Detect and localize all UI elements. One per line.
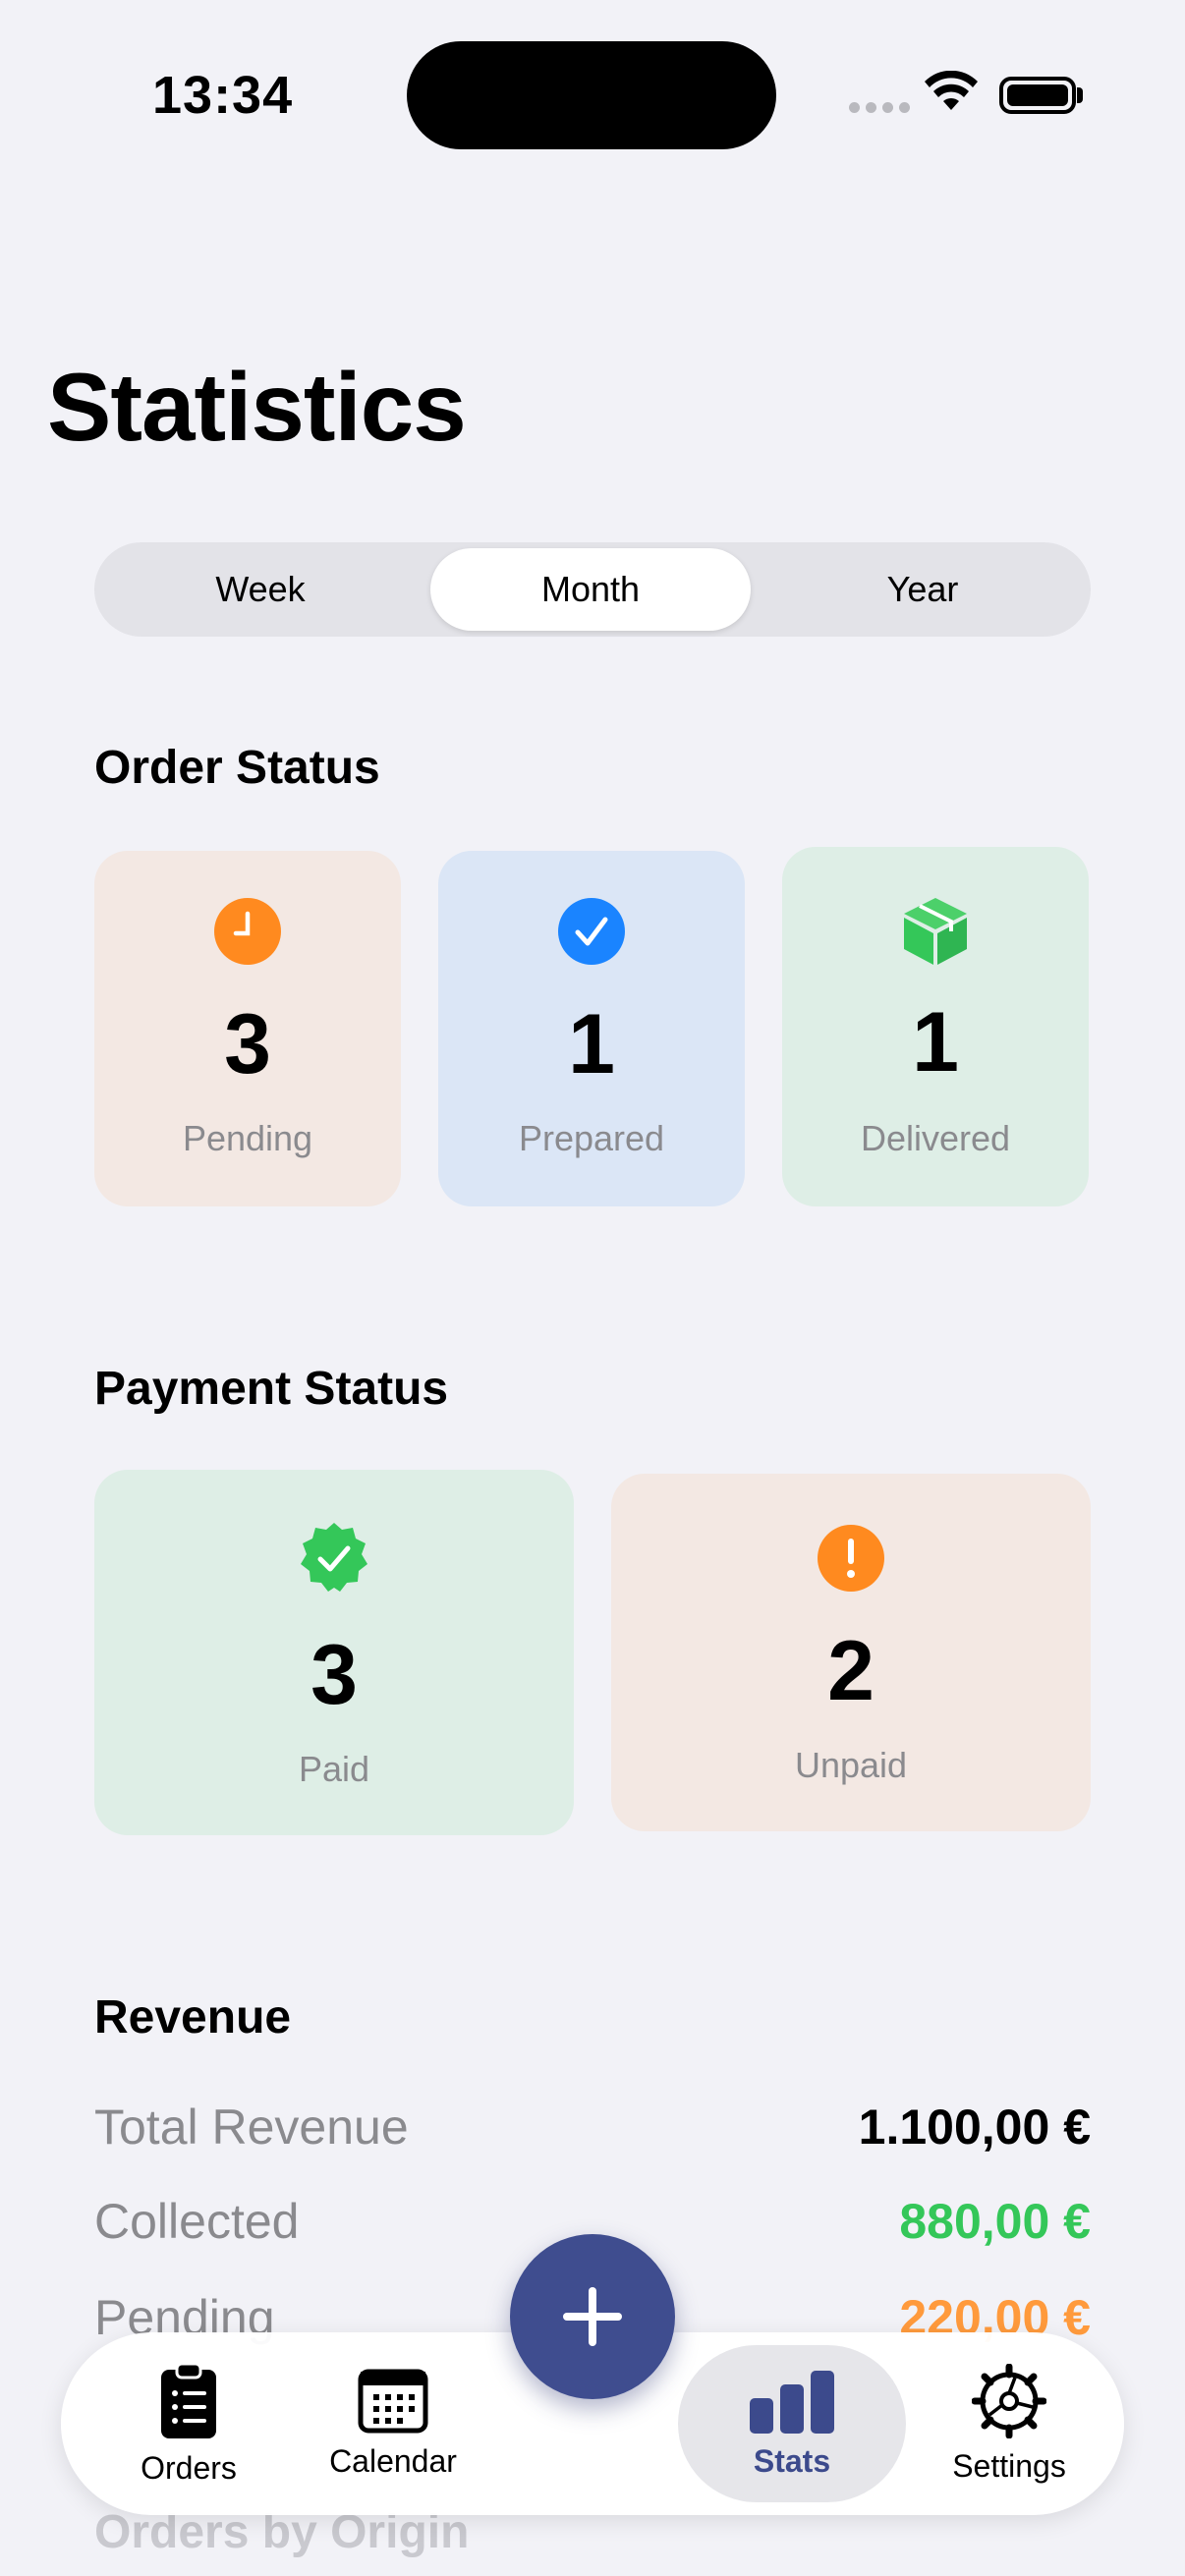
bar-chart-icon <box>750 2370 834 2434</box>
status-time: 13:34 <box>152 66 294 125</box>
order-card-delivered[interactable]: 1 Delivered <box>782 847 1089 1206</box>
battery-nub <box>1077 87 1083 103</box>
order-card-prepared[interactable]: 1 Prepared <box>438 851 745 1206</box>
period-segmented-control: Week Month Year <box>94 542 1091 637</box>
package-icon <box>902 896 969 972</box>
dynamic-island <box>407 41 776 149</box>
tab-calendar[interactable]: Calendar <box>314 2332 472 2515</box>
verified-badge-icon <box>297 1521 371 1600</box>
tab-settings[interactable]: Settings <box>926 2332 1093 2515</box>
segment-year[interactable]: Year <box>761 548 1085 631</box>
total-revenue-value: 1.100,00 € <box>858 2100 1091 2155</box>
tab-calendar-label: Calendar <box>329 2442 457 2479</box>
tab-settings-label: Settings <box>952 2447 1066 2484</box>
tab-stats-label: Stats <box>753 2442 831 2479</box>
delivered-label: Delivered <box>860 1118 1011 1158</box>
segment-month[interactable]: Month <box>430 548 751 631</box>
page-title: Statistics <box>47 353 467 461</box>
cellular-signal-icon <box>849 102 910 113</box>
pending-label: Pending <box>182 1118 313 1158</box>
plus-icon <box>563 2287 622 2346</box>
unpaid-count: 2 <box>827 1624 875 1718</box>
battery-icon <box>999 77 1076 114</box>
add-order-button[interactable] <box>510 2234 675 2399</box>
revenue-title: Revenue <box>94 1991 292 2044</box>
payment-status-title: Payment Status <box>94 1363 449 1415</box>
segment-week[interactable]: Week <box>100 548 421 631</box>
clipboard-list-icon <box>161 2362 216 2438</box>
payment-card-paid[interactable]: 3 Paid <box>94 1470 574 1835</box>
delivered-count: 1 <box>912 995 959 1090</box>
tab-orders-label: Orders <box>141 2449 237 2486</box>
collected-label: Collected <box>94 2194 300 2249</box>
payment-card-unpaid[interactable]: 2 Unpaid <box>611 1474 1091 1831</box>
gear-icon <box>972 2363 1046 2438</box>
order-status-title: Order Status <box>94 742 380 794</box>
collected-value: 880,00 € <box>899 2194 1091 2249</box>
wifi-icon <box>924 70 979 119</box>
clock-icon <box>214 898 281 970</box>
paid-count: 3 <box>310 1628 358 1722</box>
order-card-pending[interactable]: 3 Pending <box>94 851 401 1206</box>
prepared-label: Prepared <box>518 1118 665 1158</box>
paid-label: Paid <box>298 1749 370 1789</box>
calendar-icon <box>358 2369 428 2433</box>
pending-count: 3 <box>224 997 271 1092</box>
total-revenue-label: Total Revenue <box>94 2100 409 2155</box>
exclamation-circle-icon <box>818 1525 884 1596</box>
tab-orders[interactable]: Orders <box>120 2332 257 2515</box>
prepared-count: 1 <box>568 997 615 1092</box>
checkmark-circle-icon <box>558 898 625 970</box>
unpaid-label: Unpaid <box>794 1745 908 1785</box>
tab-stats[interactable]: Stats <box>678 2345 906 2502</box>
